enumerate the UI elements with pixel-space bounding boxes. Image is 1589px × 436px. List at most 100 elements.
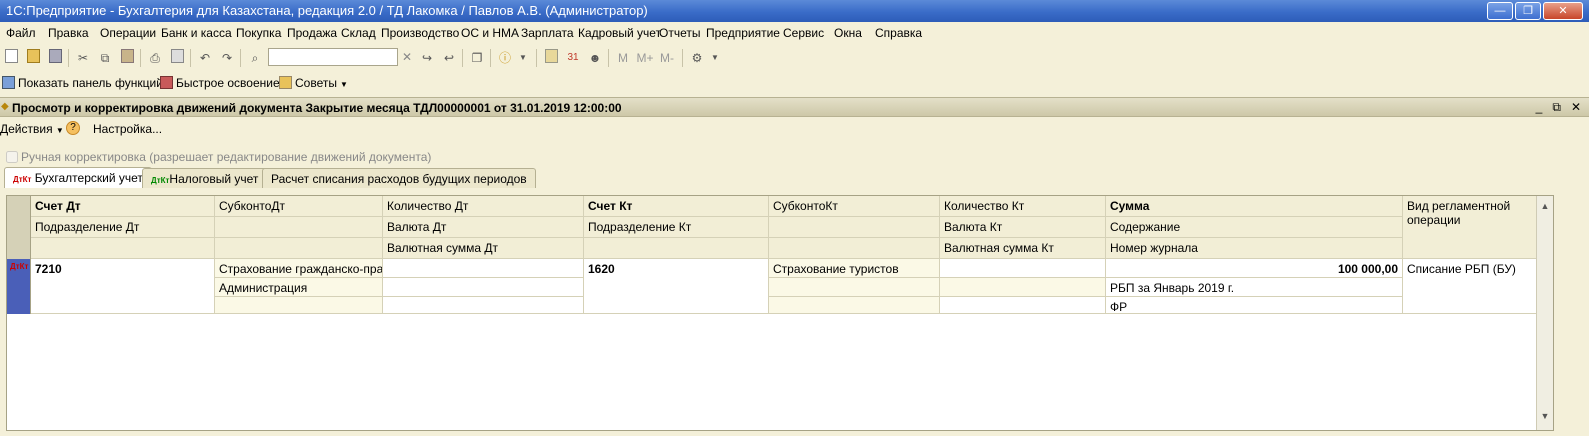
copy-icon[interactable]: ⧉ <box>96 49 114 67</box>
tab-deferred-expenses[interactable]: Расчет списания расходов будущих периодо… <box>262 168 536 188</box>
menu-reports[interactable]: Отчеты <box>659 26 700 40</box>
scroll-down-icon[interactable]: ▼ <box>1539 410 1551 422</box>
menu-file[interactable]: Файл <box>6 26 36 40</box>
find-next-icon[interactable]: ↪ <box>418 49 436 67</box>
new-document-icon[interactable] <box>2 49 20 67</box>
actions-menu[interactable]: Действия ▼ <box>0 122 64 136</box>
header-account-dt[interactable]: Счет Дт <box>31 196 215 217</box>
tools-dropdown-icon[interactable]: ▼ <box>706 49 724 67</box>
cell-currency-sum-dt[interactable] <box>383 297 584 314</box>
header-amount[interactable]: Сумма <box>1106 196 1403 217</box>
scroll-up-icon[interactable]: ▲ <box>1539 200 1551 212</box>
header-content[interactable]: Содержание <box>1106 217 1403 238</box>
doc-restore-button[interactable]: ⧉ <box>1552 100 1561 115</box>
header-account-kt[interactable]: Счет Кт <box>584 196 769 217</box>
vertical-scrollbar[interactable]: ▲ ▼ <box>1536 196 1553 430</box>
cell-account-dt[interactable]: 7210 <box>31 259 215 314</box>
menu-assets[interactable]: ОС и НМА <box>461 26 519 40</box>
minimize-button[interactable]: — <box>1487 2 1513 20</box>
header-operation-type[interactable]: Вид регламентной операции <box>1403 196 1538 259</box>
settings-button[interactable]: Настройка... <box>93 122 162 136</box>
header-subconto-dt[interactable]: СубконтоДт <box>215 196 383 217</box>
cut-icon[interactable]: ✂ <box>74 49 92 67</box>
open-folder-icon[interactable] <box>24 49 42 67</box>
find-prev-icon[interactable]: ↩ <box>440 49 458 67</box>
doc-minimize-button[interactable]: _ <box>1536 100 1543 115</box>
memory-plus-button[interactable]: M+ <box>636 49 654 67</box>
header-subdivision-kt[interactable]: Подразделение Кт <box>584 217 769 238</box>
cell-currency-kt[interactable] <box>940 278 1106 297</box>
show-panel-button[interactable]: Показать панель функций <box>2 76 163 90</box>
menu-edit[interactable]: Правка <box>48 26 89 40</box>
cell-amount[interactable]: 100 000,00 <box>1106 259 1403 278</box>
header-currency-sum-kt[interactable]: Валютная сумма Кт <box>940 238 1106 259</box>
header-journal-number[interactable]: Номер журнала <box>1106 238 1403 259</box>
window-titlebar: 1С:Предприятие - Бухгалтерия для Казахст… <box>0 0 1589 22</box>
menu-bank[interactable]: Банк и касса <box>161 26 232 40</box>
info-dropdown-icon[interactable]: ▼ <box>514 49 532 67</box>
cell-currency-dt[interactable] <box>383 278 584 297</box>
menu-operations[interactable]: Операции <box>100 26 156 40</box>
preview-icon[interactable] <box>168 49 186 67</box>
menu-salary[interactable]: Зарплата <box>521 26 574 40</box>
help-icon[interactable]: ? <box>66 121 80 135</box>
restore-button[interactable]: ❐ <box>1515 2 1541 20</box>
menu-service[interactable]: Сервис <box>783 26 824 40</box>
info-icon[interactable]: ⓘ <box>496 49 514 67</box>
header-qty-dt[interactable]: Количество Дт <box>383 196 584 217</box>
header-subconto-kt[interactable]: СубконтоКт <box>769 196 940 217</box>
close-button[interactable]: ✕ <box>1543 2 1583 20</box>
tab-accounting[interactable]: ДтКт Бухгалтерский учет <box>4 167 152 188</box>
menu-hr[interactable]: Кадровый учет <box>578 26 661 40</box>
menu-windows[interactable]: Окна <box>834 26 862 40</box>
manual-correction-checkbox[interactable] <box>6 151 18 163</box>
cell-subconto-dt[interactable]: Страхование гражданско-пра... <box>215 259 383 278</box>
cell-content[interactable]: РБП за Январь 2019 г. <box>1106 278 1403 297</box>
cell-qty-kt[interactable] <box>940 259 1106 278</box>
tips-dropdown-icon[interactable]: ▼ <box>340 80 348 89</box>
tab-tax[interactable]: ДтКтНалоговый учет <box>142 168 268 188</box>
menu-warehouse[interactable]: Склад <box>341 26 376 40</box>
cell-subconto-dt-2[interactable]: Администрация <box>215 278 383 297</box>
quick-learn-label: Быстрое освоение <box>176 76 280 90</box>
search-input[interactable] <box>268 48 398 66</box>
tips-button[interactable]: Советы <box>279 76 337 90</box>
menu-production[interactable]: Производство <box>381 26 459 40</box>
cell-subconto-kt-2[interactable] <box>769 278 940 297</box>
menu-bar: Файл Правка Операции Банк и касса Покупк… <box>0 22 1589 44</box>
menu-purchase[interactable]: Покупка <box>236 26 281 40</box>
find-icon[interactable]: ⌕ <box>246 49 264 67</box>
quick-learn-button[interactable]: Быстрое освоение <box>160 76 280 90</box>
cell-subconto-kt[interactable]: Страхование туристов <box>769 259 940 278</box>
memory-button[interactable]: M <box>614 49 632 67</box>
cell-qty-dt[interactable] <box>383 259 584 278</box>
header-subdivision-dt[interactable]: Подразделение Дт <box>31 217 215 238</box>
header-currency-dt[interactable]: Валюта Дт <box>383 217 584 238</box>
header-currency-sum-dt[interactable]: Валютная сумма Дт <box>383 238 584 259</box>
cell-subconto-kt-3[interactable] <box>769 297 940 314</box>
menu-sales[interactable]: Продажа <box>287 26 337 40</box>
save-icon[interactable] <box>46 49 64 67</box>
memory-minus-button[interactable]: M- <box>658 49 676 67</box>
cell-currency-sum-kt[interactable] <box>940 297 1106 314</box>
undo-icon[interactable]: ↶ <box>196 49 214 67</box>
cell-journal-number[interactable]: ФР <box>1106 297 1403 314</box>
doc-close-button[interactable]: ✕ <box>1571 100 1581 115</box>
cell-subconto-dt-3[interactable] <box>215 297 383 314</box>
header-currency-kt[interactable]: Валюта Кт <box>940 217 1106 238</box>
document-title: Просмотр и корректировка движений докуме… <box>12 101 622 115</box>
cell-account-kt[interactable]: 1620 <box>584 259 769 314</box>
redo-icon[interactable]: ↷ <box>218 49 236 67</box>
print-icon[interactable]: ⎙ <box>146 49 164 67</box>
paste-icon[interactable] <box>118 49 136 67</box>
menu-help[interactable]: Справка <box>875 26 922 40</box>
windows-icon[interactable]: ❐ <box>468 49 486 67</box>
cell-operation-type[interactable]: Списание РБП (БУ) <box>1403 259 1538 314</box>
calendar-icon[interactable]: 31 <box>564 49 582 67</box>
header-qty-kt[interactable]: Количество Кт <box>940 196 1106 217</box>
calculator-icon[interactable] <box>542 49 560 67</box>
tools-icon[interactable]: ⚙ <box>688 49 706 67</box>
users-icon[interactable]: ☻ <box>586 49 604 67</box>
clear-search-icon[interactable]: ✕ <box>400 48 414 66</box>
menu-enterprise[interactable]: Предприятие <box>706 26 780 40</box>
